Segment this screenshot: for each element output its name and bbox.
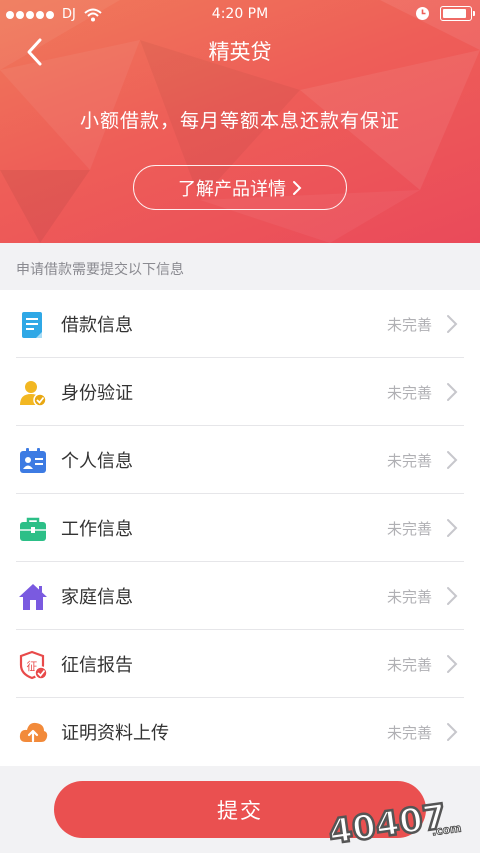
chevron-right-icon	[447, 383, 458, 401]
list-item[interactable]: 身份验证 未完善	[0, 358, 480, 426]
chevron-right-icon	[447, 587, 458, 605]
document-icon	[22, 312, 42, 338]
item-label: 家庭信息	[61, 587, 133, 608]
list-item[interactable]: 征征信报告 未完善	[0, 630, 480, 698]
product-detail-label: 了解产品详情	[178, 178, 286, 200]
id-card-icon	[20, 448, 46, 473]
item-label: 工作信息	[61, 519, 133, 540]
chevron-right-icon	[293, 180, 302, 195]
watermark-logo: 40407 .com	[325, 796, 463, 846]
item-label: 证明资料上传	[61, 723, 169, 744]
item-status: 未完善	[386, 723, 432, 742]
product-slogan: 小额借款，每月等额本息还款有保证	[79, 110, 400, 132]
info-list: 借款信息 未完善 身份验证 未完善 个人信息 未完善 工作信息 未完善 家庭信息 未完善征征信报告…	[0, 290, 480, 766]
product-detail-button[interactable]: 了解产品详情	[133, 165, 347, 210]
item-status: 未完善	[386, 519, 432, 538]
item-status: 未完善	[386, 655, 432, 674]
briefcase-icon	[20, 517, 46, 541]
svg-text:.com: .com	[431, 821, 462, 838]
item-label: 借款信息	[61, 315, 133, 336]
navigation-bar: 精英贷	[0, 30, 480, 74]
list-item[interactable]: 工作信息 未完善	[0, 494, 480, 562]
section-label: 申请借款需要提交以下信息	[16, 262, 184, 278]
svg-text:40407: 40407	[326, 797, 449, 846]
item-label: 身份验证	[61, 383, 133, 404]
list-item[interactable]: 借款信息 未完善	[0, 290, 480, 358]
item-status: 未完善	[386, 315, 432, 334]
item-label: 征信报告	[61, 655, 133, 676]
list-item[interactable]: 证明资料上传 未完善	[0, 698, 480, 766]
list-item[interactable]: 家庭信息 未完善	[0, 562, 480, 630]
status-bar: DJ 4:20 PM	[0, 0, 480, 30]
cloud-upload-icon	[19, 722, 48, 743]
chevron-right-icon	[447, 655, 458, 673]
item-status: 未完善	[386, 383, 432, 402]
battery-icon	[440, 6, 475, 21]
item-status: 未完善	[386, 451, 432, 470]
chevron-right-icon	[447, 315, 458, 333]
hero-banner: DJ 4:20 PM 精英贷 小额借款，每月等额本息还款有保证 了解产品详情	[0, 0, 480, 243]
chevron-right-icon	[447, 519, 458, 537]
page-title: 精英贷	[208, 40, 272, 64]
alarm-icon	[416, 7, 429, 20]
credit-shield-icon: 征	[19, 650, 48, 680]
user-verified-icon	[20, 381, 47, 407]
home-icon	[19, 584, 47, 610]
item-label: 个人信息	[61, 451, 133, 472]
item-status: 未完善	[386, 587, 432, 606]
list-item[interactable]: 个人信息 未完善	[0, 426, 480, 494]
chevron-right-icon	[447, 451, 458, 469]
status-time: 4:20 PM	[211, 6, 269, 22]
chevron-right-icon	[447, 723, 458, 741]
